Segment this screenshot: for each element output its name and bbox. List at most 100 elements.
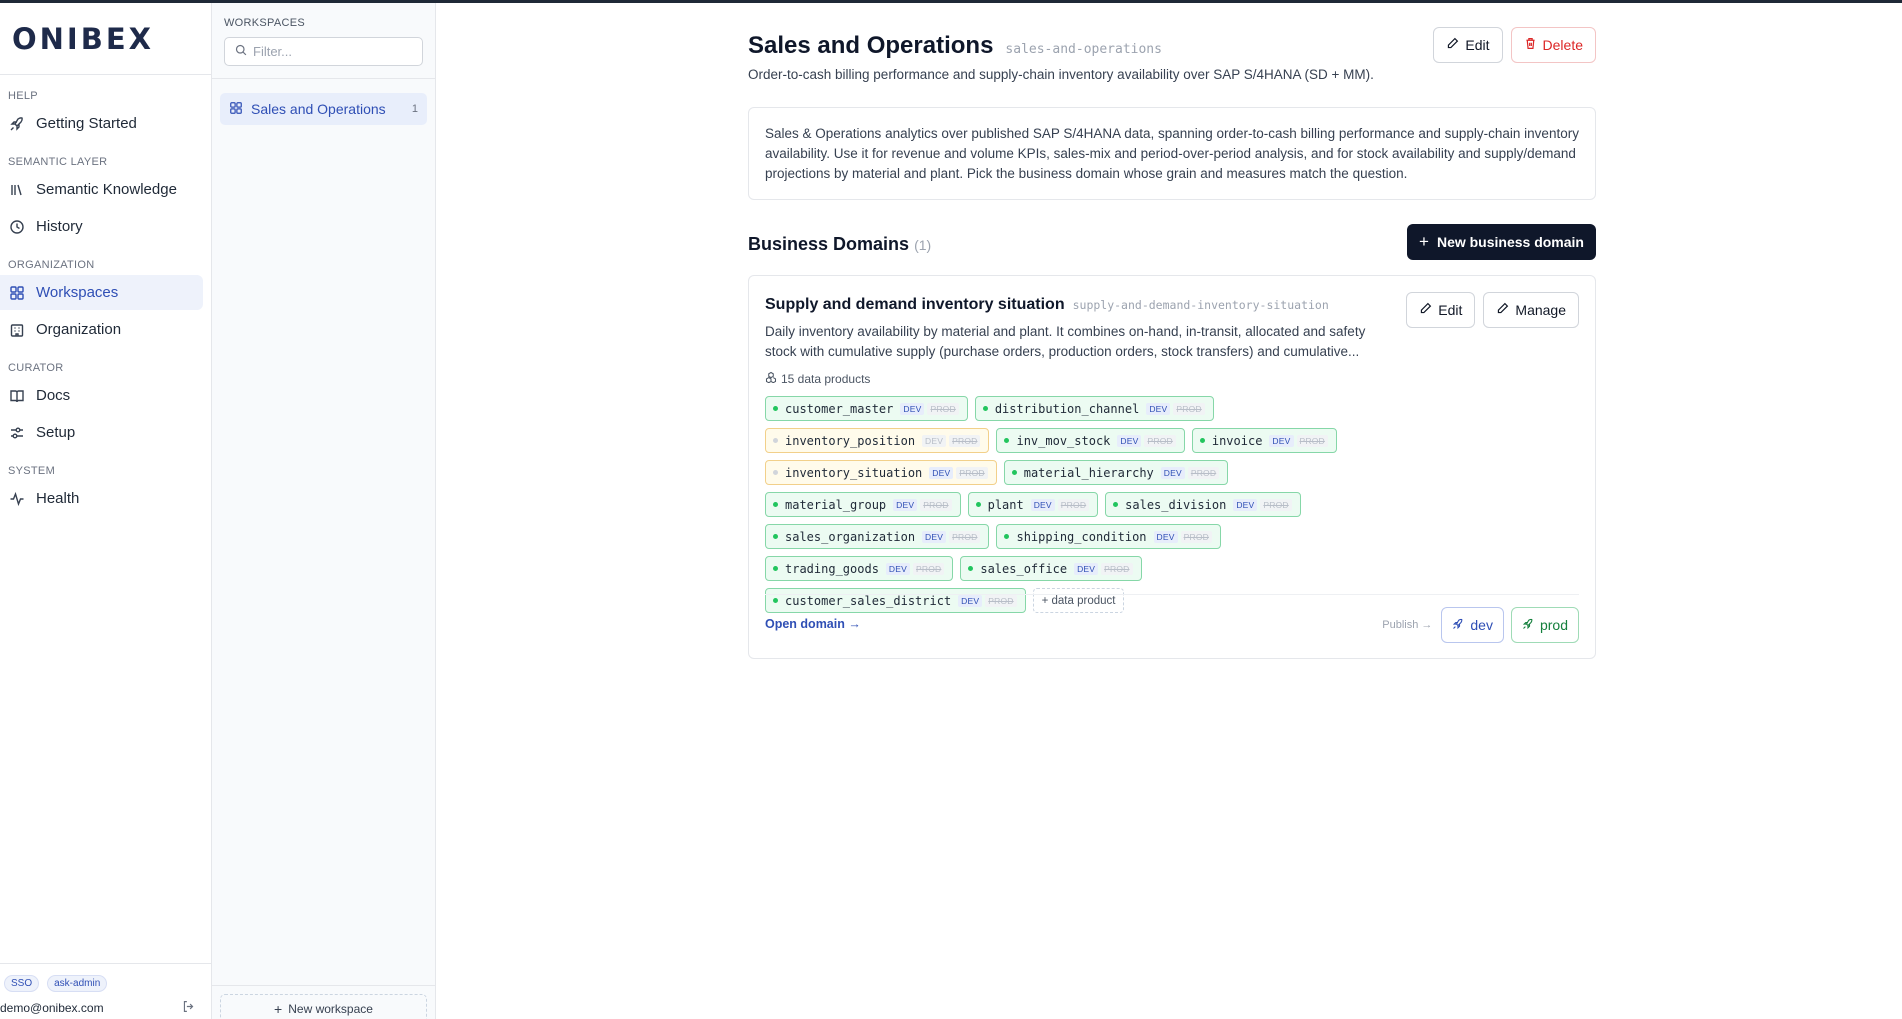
status-dot [773,534,778,539]
prod-env-tag: PROD [1296,434,1328,447]
dev-env-tag: DEV [1074,562,1099,575]
data-product-chip[interactable]: shipping_condition DEV PROD [996,524,1221,549]
page-title: Sales and Operations [748,32,994,59]
data-product-chip[interactable]: inv_mov_stock DEV PROD [996,428,1185,453]
data-product-chip[interactable]: inventory_position DEV PROD [765,428,990,453]
domain-title: Supply and demand inventory situation [765,296,1065,313]
data-product-chip[interactable]: customer_sales_district DEV PROD [765,588,1026,613]
nav-item-label: Getting Started [36,115,137,132]
edit-label: Edit [1465,37,1490,53]
dev-env-tag: DEV [893,498,918,511]
workspace-item-label: Sales and Operations [251,101,386,117]
workspace-item-count: 1 [411,103,418,115]
nav-item-getting-started[interactable]: Getting Started [0,106,203,141]
data-product-chip[interactable]: distribution_channel DEV PROD [974,396,1214,421]
nav-section-title: SYSTEM [8,465,56,477]
workspace-item-sales-and-operations[interactable]: Sales and Operations 1 [220,93,427,125]
nav-item-health[interactable]: Health [0,481,203,516]
data-product-chip[interactable]: sales_organization DEV PROD [765,524,990,549]
logout-icon[interactable] [182,1000,195,1016]
edit-label: Edit [1438,302,1463,318]
data-product-name: trading_goods [785,561,879,576]
publish-row: Publish → dev prod [1382,607,1579,643]
status-dot [1004,438,1010,443]
data-product-chip[interactable]: sales_office DEV PROD [960,556,1142,581]
workspace-header: Sales and Operations sales-and-operation… [748,3,1596,107]
status-dot [1199,438,1205,443]
edit-workspace-button[interactable]: Edit [1433,27,1503,63]
nav-item-semantic-knowledge[interactable]: Semantic Knowledge [0,172,203,207]
data-product-name: sales_office [980,561,1068,576]
workspace-slug: sales-and-operations [1005,42,1162,57]
nav-item-docs[interactable]: Docs [0,378,203,413]
logo[interactable]: ONIBEX [0,3,211,75]
activity-icon [9,491,36,507]
delete-label: Delete [1542,37,1583,53]
dev-env-tag: DEV [929,466,954,479]
publish-dev-button[interactable]: dev [1441,607,1504,643]
open-domain-link[interactable]: Open domain → [765,617,861,631]
nav-item-label: Semantic Knowledge [36,181,177,198]
nav-item-setup[interactable]: Setup [0,415,203,450]
dev-env-tag: DEV [900,402,925,415]
nav-item-workspaces[interactable]: Workspaces [0,275,203,310]
status-dot [1004,534,1010,539]
search-icon [235,43,253,61]
publish-label: Publish → [1382,619,1433,631]
delete-workspace-button[interactable]: Delete [1510,27,1596,63]
nav-section-title: SEMANTIC LAYER [8,156,108,168]
new-workspace-button[interactable]: + New workspace [220,994,427,1019]
nav-footer: SSO ask-admin demo@onibex.com [0,963,211,1019]
prod-env-tag: PROD [1173,402,1205,415]
prod-env-tag: PROD [949,434,981,447]
status-dot [1113,502,1119,507]
add-data-product-button[interactable]: + data product [1032,588,1125,613]
nav-item-organization[interactable]: Organization [0,312,203,347]
data-product-name: customer_master [785,401,894,416]
plus-icon: + [274,1001,283,1017]
publish-prod-button[interactable]: prod [1510,607,1579,643]
workspace-filter-input[interactable] [253,44,403,59]
domain-title-row: Supply and demand inventory situation su… [765,296,1329,314]
workspace-detail: Sales and Operations sales-and-operation… [748,3,1596,659]
manage-label: Manage [1515,302,1566,318]
dev-env-tag: DEV [1269,434,1294,447]
data-product-chip[interactable]: trading_goods DEV PROD [765,556,954,581]
domain-description: Daily inventory availability by material… [765,324,1366,359]
status-dot [773,406,778,411]
publish-prod-label: prod [1539,617,1568,633]
data-product-chip[interactable]: plant DEV PROD [967,492,1099,517]
workspace-filter[interactable] [224,37,423,66]
prod-env-tag: PROD [927,402,959,415]
data-product-chip[interactable]: invoice DEV PROD [1191,428,1337,453]
nav-item-label: Organization [36,321,122,338]
data-product-chip[interactable]: material_group DEV PROD [765,492,961,517]
new-business-domain-button[interactable]: + New business domain [1407,224,1596,260]
data-product-name: inventory_situation [785,465,923,480]
prod-env-tag: PROD [920,498,952,511]
dev-env-tag: DEV [958,594,983,607]
nav-item-label: Workspaces [36,284,119,301]
edit-domain-button[interactable]: Edit [1406,292,1476,328]
dev-env-tag: DEV [1117,434,1142,447]
prod-env-tag: PROD [1057,498,1090,511]
grid-icon [9,285,36,301]
nav-section-title: CURATOR [8,362,64,374]
data-product-chip[interactable]: customer_master DEV PROD [765,396,968,421]
data-product-chip[interactable]: sales_division DEV PROD [1105,492,1301,517]
nav-section-title: ORGANIZATION [8,259,95,271]
new-business-domain-label: New business domain [1436,234,1584,250]
title-row: Sales and Operations sales-and-operation… [748,32,1162,60]
data-product-name: shipping_condition [1016,529,1147,544]
pencil-icon [1496,302,1515,318]
new-workspace-label: New workspace [288,1002,373,1016]
plus-icon: + [1419,232,1429,251]
data-product-chip[interactable]: inventory_situation DEV PROD [765,460,997,485]
clock-icon [9,219,36,235]
data-product-chip[interactable]: material_hierarchy DEV PROD [1003,460,1229,485]
divider [765,594,1579,595]
manage-domain-button[interactable]: Manage [1483,292,1579,328]
nav-item-history[interactable]: History [0,209,203,244]
grid-icon [229,101,251,118]
dev-env-tag: DEV [1160,466,1185,479]
